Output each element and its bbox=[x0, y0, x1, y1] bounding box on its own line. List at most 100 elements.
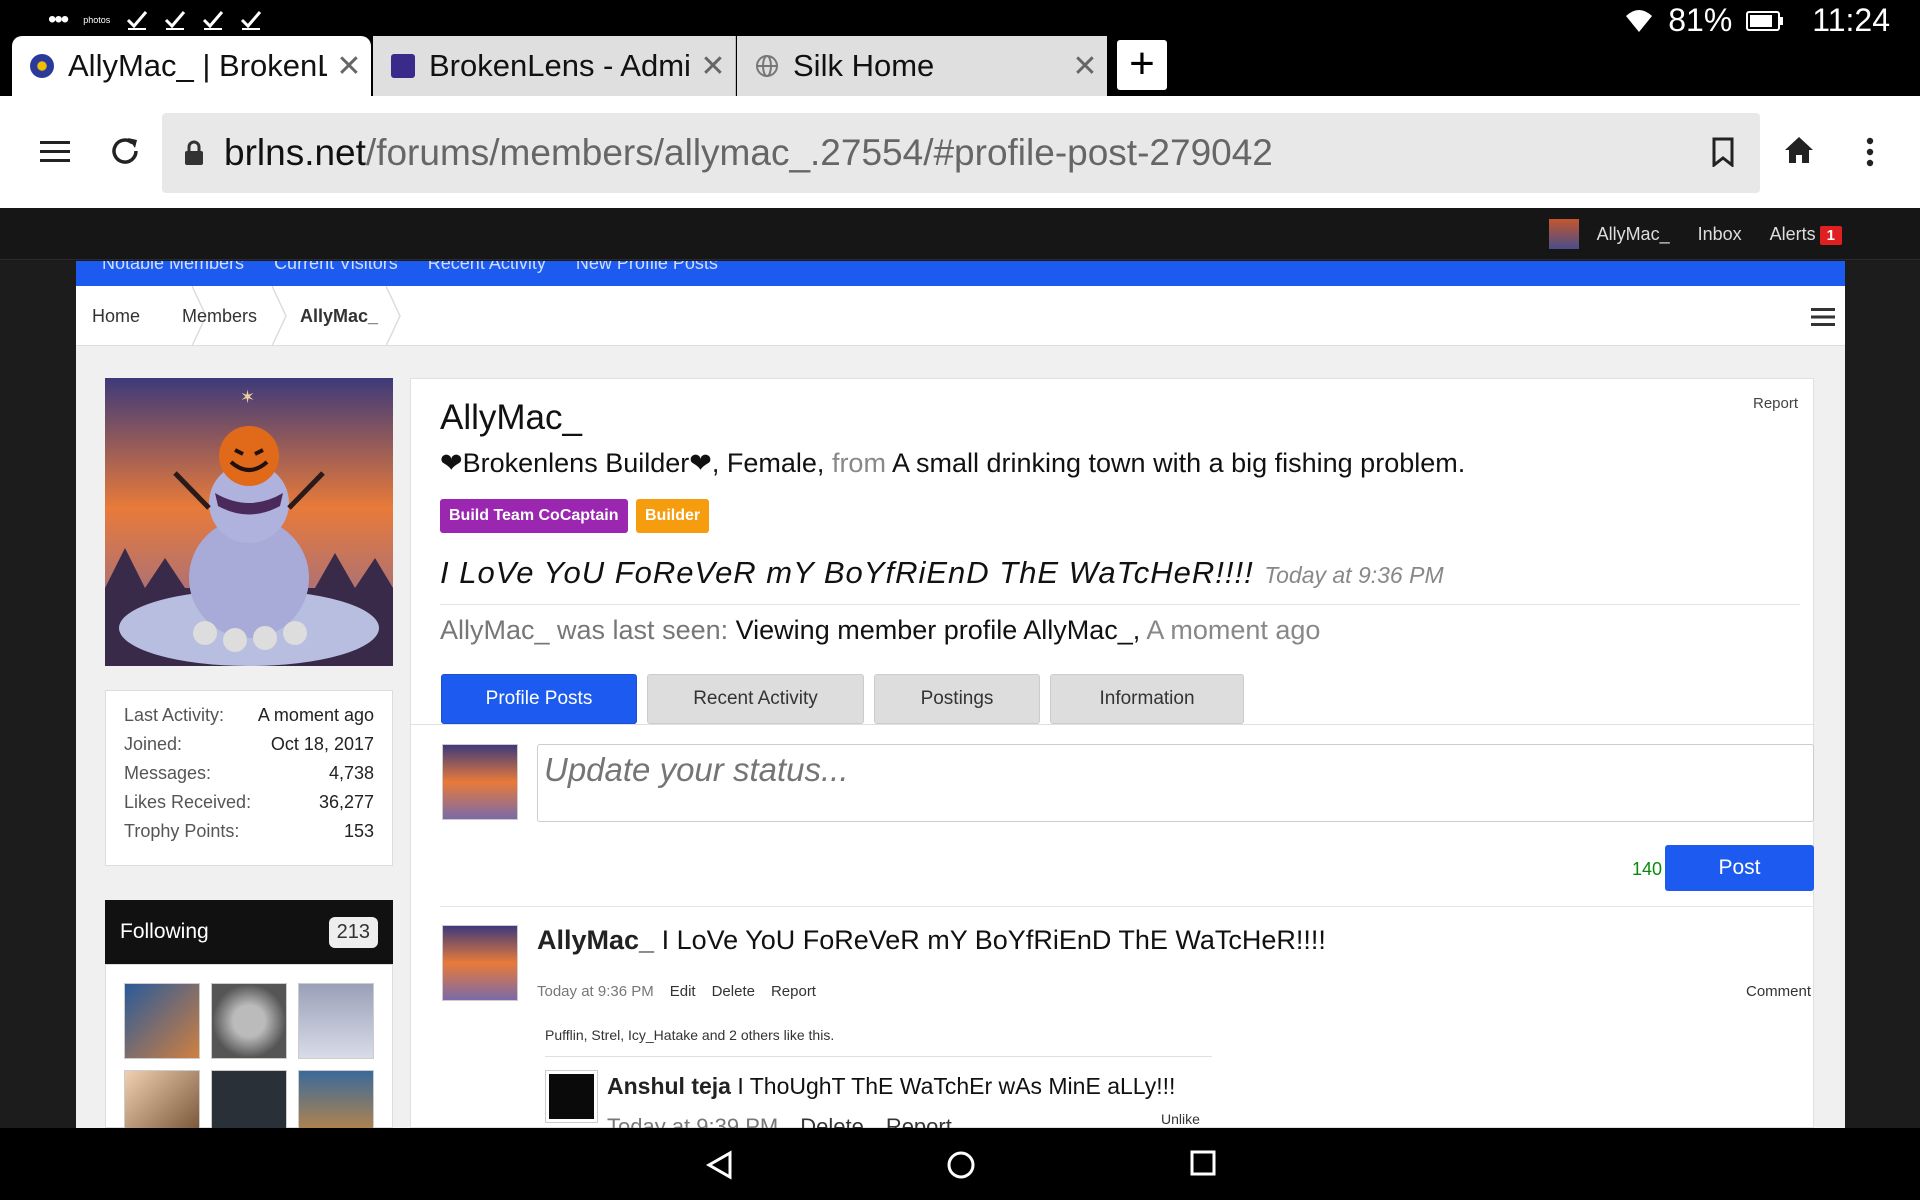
globe-icon bbox=[756, 55, 778, 77]
amazon-photos-icon: photos bbox=[83, 15, 111, 25]
back-icon[interactable] bbox=[705, 1150, 733, 1180]
post-time[interactable]: Today at 9:36 PM bbox=[537, 983, 654, 1000]
brokenlens-favicon-icon bbox=[30, 54, 54, 78]
nav-current-visitors[interactable]: Current Visitors bbox=[274, 261, 398, 274]
bl-favicon-icon bbox=[391, 54, 415, 78]
wifi-icon bbox=[1626, 9, 1653, 32]
close-tab-icon[interactable]: ✕ bbox=[1063, 49, 1107, 84]
url-path: /forums/members/allymac_.27554/#profile-… bbox=[365, 132, 1273, 173]
overflow-menu-icon[interactable] bbox=[1866, 137, 1874, 167]
following-avatar[interactable] bbox=[211, 983, 287, 1059]
check-icon bbox=[241, 11, 262, 30]
divider bbox=[440, 604, 1800, 605]
post-likes[interactable]: Pufflin, Strel, Icy_Hatake and 2 others … bbox=[545, 1027, 834, 1043]
stat-likes-received: Likes Received: 36,277 bbox=[124, 792, 374, 812]
alerts-link[interactable]: Alerts 1 bbox=[1770, 224, 1842, 245]
last-seen: AllyMac_ was last seen: Viewing member p… bbox=[440, 615, 1321, 645]
comment-delete-link[interactable]: Delete bbox=[800, 1114, 864, 1128]
breadcrumb-separator-icon bbox=[272, 286, 287, 346]
address-bar[interactable]: brlns.net/forums/members/allymac_.27554/… bbox=[162, 113, 1760, 193]
status-line: I LoVe YoU FoReVeR mY BoYfRiEnD ThE WaTc… bbox=[440, 555, 1444, 591]
last-seen-time: A moment ago bbox=[1146, 615, 1321, 645]
battery-icon bbox=[1746, 10, 1784, 31]
avatar[interactable] bbox=[442, 925, 518, 1001]
tab-strip: AllyMac_ | BrokenLens ✕ BrokenLens - Adm… bbox=[0, 36, 1920, 96]
post-delete-link[interactable]: Delete bbox=[712, 983, 755, 1000]
close-tab-icon[interactable]: ✕ bbox=[691, 49, 735, 84]
home-icon[interactable] bbox=[1783, 135, 1815, 165]
breadcrumb-home[interactable]: Home bbox=[92, 286, 140, 346]
reload-icon[interactable] bbox=[108, 134, 142, 168]
comment-text: I ThoUghT ThE WaTchEr wAs MinE aLLy!!! bbox=[737, 1073, 1176, 1099]
nav-recent-activity[interactable]: Recent Activity bbox=[428, 261, 546, 274]
tab-brokenlens-admin[interactable]: BrokenLens - Admin ✕ bbox=[373, 36, 736, 96]
nav-new-profile-posts[interactable]: New Profile Posts bbox=[576, 261, 718, 274]
comment-report-link[interactable]: Report bbox=[886, 1114, 952, 1128]
more-notifications-icon: ••• bbox=[48, 6, 69, 33]
stat-messages[interactable]: Messages: 4,738 bbox=[124, 759, 374, 788]
badge-build-team-cocaptain: Build Team CoCaptain bbox=[440, 499, 628, 533]
tab-recent-activity[interactable]: Recent Activity bbox=[647, 674, 864, 724]
tab-allymac[interactable]: AllyMac_ | BrokenLens ✕ bbox=[12, 36, 371, 96]
status-bar: ••• photos 81% 11:24 bbox=[0, 0, 1920, 38]
status-time: Today at 9:36 PM bbox=[1264, 562, 1444, 588]
member-stats: Last Activity: A moment ago Joined: Oct 18… bbox=[105, 690, 393, 866]
stat-last-activity: Last Activity: A moment ago bbox=[124, 705, 374, 725]
unlike-link[interactable]: Unlike bbox=[1161, 1111, 1200, 1127]
status-text: I LoVe YoU FoReVeR mY BoYfRiEnD ThE WaTc… bbox=[440, 555, 1254, 590]
clock: 11:24 bbox=[1812, 2, 1890, 38]
user-menu[interactable]: AllyMac_ bbox=[1548, 219, 1670, 249]
post-button[interactable]: Post bbox=[1665, 845, 1814, 891]
comment-time[interactable]: Today at 9:39 PM bbox=[607, 1114, 778, 1128]
lock-icon bbox=[185, 140, 203, 165]
check-icon bbox=[127, 11, 148, 30]
profile-avatar[interactable]: ✶ bbox=[105, 378, 393, 666]
comment-link[interactable]: Comment bbox=[1746, 983, 1811, 1000]
home-circle-icon[interactable] bbox=[946, 1150, 976, 1180]
char-counter: 140 bbox=[1632, 859, 1663, 879]
nav-notable-members[interactable]: Notable Members bbox=[102, 261, 244, 274]
following-label: Following bbox=[120, 920, 209, 943]
following-count-button[interactable]: 213 bbox=[328, 916, 378, 948]
check-icon bbox=[165, 11, 186, 30]
following-avatar[interactable] bbox=[124, 983, 200, 1059]
post-text: I LoVe YoU FoReVeR mY BoYfRiEnD ThE WaTc… bbox=[661, 925, 1326, 955]
hamburger-icon[interactable] bbox=[1811, 307, 1835, 327]
new-tab-button[interactable]: + bbox=[1117, 40, 1167, 90]
divider bbox=[545, 1056, 1212, 1057]
status-input[interactable] bbox=[537, 744, 1814, 822]
tab-profile-posts[interactable]: Profile Posts bbox=[441, 674, 637, 724]
commenter-avatar[interactable] bbox=[545, 1070, 598, 1123]
inbox-link[interactable]: Inbox bbox=[1698, 224, 1742, 245]
page-background bbox=[0, 261, 76, 1128]
divider bbox=[440, 906, 1814, 907]
last-seen-activity[interactable]: Viewing member profile AllyMac_, bbox=[736, 615, 1141, 645]
post-edit-link[interactable]: Edit bbox=[670, 983, 696, 1000]
comment-author[interactable]: Anshul teja bbox=[607, 1073, 731, 1099]
site-top-bar: AllyMac_ Inbox Alerts 1 bbox=[0, 208, 1920, 260]
alerts-badge: 1 bbox=[1819, 225, 1842, 245]
post-report-link[interactable]: Report bbox=[771, 983, 816, 1000]
check-icon bbox=[203, 11, 224, 30]
comment-body: Anshul teja I ThoUghT ThE WaTchEr wAs Mi… bbox=[607, 1073, 1175, 1100]
comment-meta: Today at 9:39 PM Delete Report bbox=[607, 1114, 952, 1128]
report-link[interactable]: Report bbox=[1753, 395, 1798, 412]
breadcrumb-separator-icon bbox=[386, 286, 401, 346]
recents-icon[interactable] bbox=[1190, 1150, 1216, 1176]
breadcrumb-members[interactable]: Members bbox=[182, 286, 257, 346]
tab-postings[interactable]: Postings bbox=[874, 674, 1040, 724]
post-header: AllyMac_ I LoVe YoU FoReVeR mY BoYfRiEnD… bbox=[537, 925, 1326, 956]
tab-information[interactable]: Information bbox=[1050, 674, 1244, 724]
badge-builder: Builder bbox=[636, 499, 710, 533]
battery-percent: 81% bbox=[1668, 2, 1733, 38]
following-avatar[interactable] bbox=[298, 983, 374, 1059]
close-tab-icon[interactable]: ✕ bbox=[327, 49, 371, 84]
post-meta: Today at 9:36 PM Edit Delete Report bbox=[537, 983, 816, 1000]
main-nav-bar: Notable Members Current Visitors Recent … bbox=[76, 261, 1845, 286]
avatar bbox=[1548, 219, 1579, 249]
tab-silk-home[interactable]: Silk Home ✕ bbox=[737, 36, 1107, 96]
post-author[interactable]: AllyMac_ bbox=[537, 925, 654, 955]
stat-trophy-points[interactable]: Trophy Points: 153 bbox=[124, 817, 374, 846]
menu-icon[interactable] bbox=[40, 140, 70, 164]
bookmark-icon[interactable] bbox=[1712, 137, 1734, 167]
